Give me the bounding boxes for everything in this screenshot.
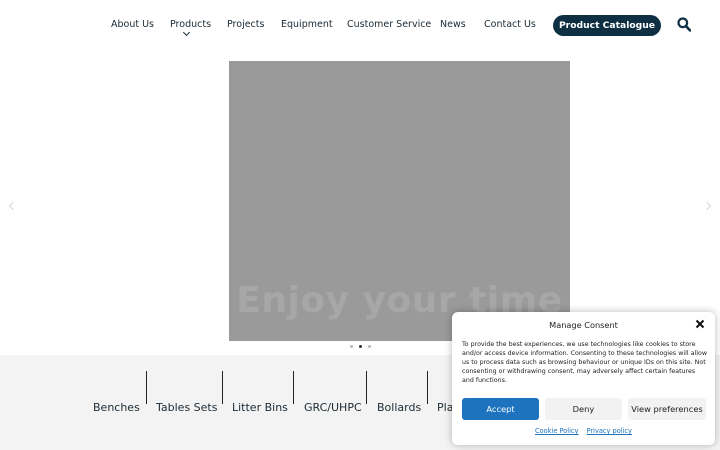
privacy-policy-link[interactable]: Privacy policy <box>587 427 632 435</box>
page: About Us Products Projects Equipment Cus… <box>0 0 720 450</box>
consent-links: Cookie Policy Privacy policy <box>452 427 715 435</box>
slider-dot-2[interactable] <box>359 345 362 348</box>
category-planters[interactable]: Pla <box>437 401 453 414</box>
nav-products[interactable]: Products <box>170 19 211 30</box>
category-tables-sets[interactable]: Tables Sets <box>156 401 217 414</box>
slider-dot-1[interactable] <box>350 345 353 348</box>
search-icon[interactable] <box>677 17 691 32</box>
category-benches[interactable]: Benches <box>93 401 140 414</box>
consent-title: Manage Consent <box>549 320 618 330</box>
category-divider <box>293 371 294 404</box>
category-bollards[interactable]: Bollards <box>377 401 421 414</box>
cookie-consent-dialog: Manage Consent To provide the best exper… <box>452 312 715 445</box>
category-divider <box>366 371 367 404</box>
slider-dots <box>348 345 373 351</box>
nav-news[interactable]: News <box>440 19 466 30</box>
nav-projects[interactable]: Projects <box>227 19 264 30</box>
main-navigation: About Us Products Projects Equipment Cus… <box>0 0 720 50</box>
accept-button[interactable]: Accept <box>462 398 539 420</box>
nav-about-us[interactable]: About Us <box>111 19 154 30</box>
nav-customer-service[interactable]: Customer Service <box>347 19 431 30</box>
chevron-down-icon[interactable] <box>182 28 191 37</box>
consent-message: To provide the best experiences, we use … <box>462 341 707 385</box>
nav-equipment[interactable]: Equipment <box>281 19 333 30</box>
category-divider <box>146 371 147 404</box>
deny-button[interactable]: Deny <box>545 398 622 420</box>
slider-prev-arrow-icon[interactable] <box>8 201 18 211</box>
cookie-policy-link[interactable]: Cookie Policy <box>535 427 578 435</box>
view-preferences-button[interactable]: View preferences <box>628 398 706 420</box>
slider-next-arrow-icon[interactable] <box>702 201 712 211</box>
nav-contact-us[interactable]: Contact Us <box>484 19 536 30</box>
hero-slide-image: Enjoy your time <box>229 61 570 341</box>
slider-dot-3[interactable] <box>368 345 371 348</box>
close-icon[interactable] <box>695 319 705 329</box>
product-catalogue-button[interactable]: Product Catalogue <box>553 15 661 36</box>
category-divider <box>222 371 223 404</box>
category-litter-bins[interactable]: Litter Bins <box>232 401 288 414</box>
category-grc-uhpc[interactable]: GRC/UHPC <box>304 401 362 414</box>
category-divider <box>427 371 428 404</box>
